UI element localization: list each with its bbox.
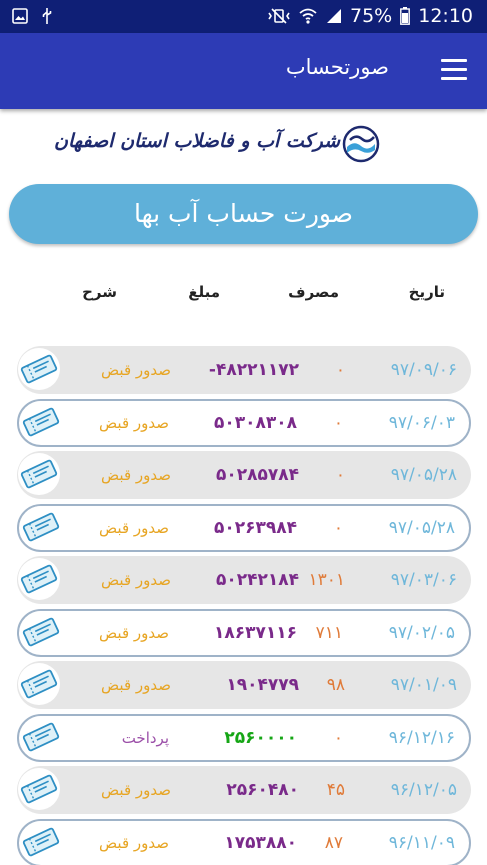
ticket-icon [20,400,62,443]
row-amount: ۵۰۲۸۵۷۸۴ [215,465,299,485]
row-description: پرداخت [121,728,169,747]
row-date: ۹۷/۰۵/۲۸ [388,517,455,538]
ticket-icon [18,558,60,600]
row-usage: ۰ [333,412,343,433]
row-description: صدور قبض [101,781,171,799]
row-usage: ۰ [333,727,343,748]
statement-row[interactable]: ۹۶/۱۲/۱۶ ۰ ۲۵۶۰۰۰۰ پرداخت [17,713,471,762]
table-header: تاریخ مصرف مبلغ شرح [0,283,487,307]
row-date: ۹۷/۰۲/۰۵ [388,622,455,643]
row-amount: ۱۷۵۳۸۸۰ [224,832,297,853]
statement-row[interactable]: ۹۷/۰۳/۰۶ ۱۳۰۱ ۵۰۲۴۲۱۸۴ صدور قبض [17,556,471,604]
battery-icon [400,7,411,25]
ticket-icon [18,768,60,810]
ticket-icon [20,820,62,863]
row-date: ۹۷/۰۵/۲۸ [390,465,457,485]
row-date: ۹۷/۰۳/۰۶ [390,570,457,590]
row-usage: ۰ [333,517,343,538]
row-description: صدور قبض [99,833,169,852]
ticket-icon [18,453,60,495]
statement-row[interactable]: ۹۷/۰۵/۲۸ ۰ ۵۰۲۸۵۷۸۴ صدور قبض [17,451,471,499]
status-bar: 75% 12:10 [0,0,487,33]
row-date: ۹۶/۱۲/۰۵ [390,780,457,800]
row-amount: ۵۰۲۴۲۱۸۴ [215,570,299,590]
row-description: صدور قبض [101,361,171,379]
row-date: ۹۷/۰۹/۰۶ [390,360,457,380]
row-description: صدور قبض [99,413,169,432]
gallery-icon [12,8,28,24]
header-description: شرح [82,283,117,301]
company-name: شرکت آب و فاضلاب استان اصفهان [54,130,340,152]
row-amount: ۱۸۶۳۷۱۱۶ [213,622,297,643]
row-usage: ۰ [335,360,345,380]
statement-row[interactable]: ۹۷/۰۶/۰۳ ۰ ۵۰۳۰۸۳۰۸ صدور قبض [17,398,471,447]
ticket-icon [20,715,62,758]
statement-row[interactable]: ۹۷/۰۱/۰۹ ۹۸ ۱۹۰۴۷۷۹ صدور قبض [17,661,471,709]
vibrate-mute-icon [268,8,290,24]
row-usage: ۱۳۰۱ [308,570,345,590]
statement-row[interactable]: ۹۶/۱۲/۰۵ ۴۵ ۲۵۶۰۴۸۰ صدور قبض [17,766,471,814]
hamburger-menu-icon[interactable] [441,59,467,81]
row-usage: ۴۵ [326,780,345,800]
battery-level: 75% [350,5,393,27]
ticket-icon [20,610,62,653]
wifi-icon [299,8,317,24]
row-description: صدور قبض [99,518,169,537]
row-description: صدور قبض [101,676,171,694]
statement-row[interactable]: ۹۶/۱۱/۰۹ ۸۷ ۱۷۵۳۸۸۰ صدور قبض [17,818,471,865]
row-amount: ۴۸۲۲۱۱۷۲- [208,360,299,380]
row-usage: ۸۷ [324,832,343,853]
header-date: تاریخ [408,283,445,301]
clock: 12:10 [418,5,473,27]
row-date: ۹۷/۰۱/۰۹ [390,675,457,695]
row-usage: ۷۱۱ [315,622,343,643]
statement-row[interactable]: ۹۷/۰۹/۰۶ ۰ ۴۸۲۲۱۱۷۲- صدور قبض [17,346,471,394]
row-date: ۹۷/۰۶/۰۳ [388,412,455,433]
statement-row[interactable]: ۹۷/۰۵/۲۸ ۰ ۵۰۲۶۳۹۸۴ صدور قبض [17,503,471,552]
row-usage: ۰ [335,465,345,485]
statement-list: ۹۷/۰۹/۰۶ ۰ ۴۸۲۲۱۱۷۲- صدور قبض ۹۷/۰۶/۰۳ ۰… [17,346,471,865]
ticket-icon [20,505,62,548]
signal-icon [327,9,341,23]
statement-row[interactable]: ۹۷/۰۲/۰۵ ۷۱۱ ۱۸۶۳۷۱۱۶ صدور قبض [17,608,471,657]
row-description: صدور قبض [101,571,171,589]
row-description: صدور قبض [101,466,171,484]
company-brand: شرکت آب و فاضلاب استان اصفهان [54,122,380,166]
row-amount: ۱۹۰۴۷۷۹ [226,675,299,695]
row-description: صدور قبض [99,623,169,642]
page-title: صورتحساب [285,55,389,79]
row-amount: ۲۵۶۰۴۸۰ [226,780,299,800]
row-amount: ۲۵۶۰۰۰۰ [224,727,297,748]
ticket-icon [18,348,60,390]
header-amount: مبلغ [188,283,220,301]
row-amount: ۵۰۳۰۸۳۰۸ [213,412,297,433]
row-date: ۹۶/۱۲/۱۶ [388,727,455,748]
usb-icon [42,8,52,24]
statement-banner: صورت حساب آب بها [9,184,478,244]
ticket-icon [18,663,60,705]
row-date: ۹۶/۱۱/۰۹ [388,832,455,853]
row-amount: ۵۰۲۶۳۹۸۴ [213,517,297,538]
water-company-logo-icon [342,125,380,163]
header-usage: مصرف [288,283,339,301]
app-bar: صورتحساب [0,33,487,109]
row-usage: ۹۸ [326,675,345,695]
